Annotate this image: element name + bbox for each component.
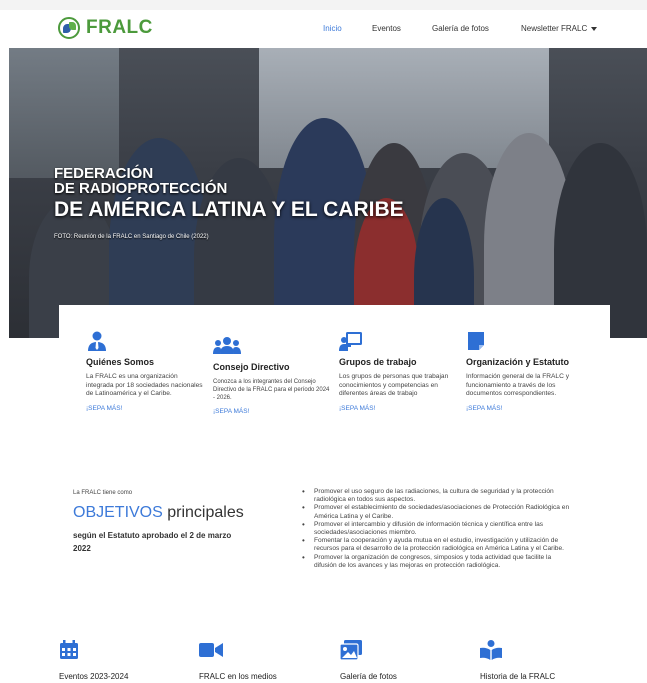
hero-title-line1-text: FEDERACIÓN (54, 165, 154, 182)
card-text: Información general de la FRALC y funcio… (466, 373, 569, 398)
card-title: Quiénes Somos (86, 357, 155, 367)
nav-item-eventos[interactable]: Eventos (372, 24, 401, 33)
objectives-subtitle: según el Estatuto aprobado el 2 de marzo… (73, 531, 232, 553)
card-text: La FRALC es una organización integrada p… (86, 373, 203, 398)
tile-title: Galería de fotos (340, 672, 397, 681)
hero-title-line1: FEDERACIÓN DE RADIOPROTECCIÓN (54, 166, 227, 196)
card-title: Grupos de trabajo (339, 357, 417, 367)
objectives-heading-highlight: OBJETIVOS (73, 504, 163, 521)
card-title: Consejo Directivo (213, 362, 290, 372)
list-item: Promover el intercambio y difusión de in… (300, 521, 570, 537)
tile-title: Eventos 2023-2024 (59, 672, 129, 681)
users-icon (213, 337, 241, 354)
caret-down-icon (591, 26, 598, 31)
objectives-intro: La FRALC tiene como (73, 490, 133, 496)
hero-banner: FEDERACIÓN DE RADIOPROTECCIÓN DE AMÉRICA… (9, 48, 647, 338)
book-reader-icon (480, 640, 502, 660)
objectives-heading: OBJETIVOS principales (73, 504, 244, 522)
document-icon (468, 332, 484, 350)
card-text: Los grupos de personas que trabajan cono… (339, 373, 449, 398)
hero-photo-background (9, 48, 119, 178)
nav-item-newsletter[interactable]: Newsletter FRALC (521, 24, 598, 33)
list-item: Promover el establecimiento de sociedade… (300, 504, 570, 520)
list-item: Promover la organización de congresos, s… (300, 554, 570, 570)
site-logo-text: FRALC (86, 17, 153, 38)
tile-title: FRALC en los medios (199, 672, 277, 681)
hero-title-main: DE AMÉRICA LATINA Y EL CARIBE (54, 198, 404, 221)
sepa-mas-link[interactable]: ¡SEPA MÁS! (213, 408, 333, 415)
objectives-list: Promover el uso seguro de las radiacione… (300, 488, 570, 570)
nav-item-inicio[interactable]: Inicio (323, 24, 342, 33)
fralc-logo-icon (58, 17, 80, 39)
list-item: Promover el uso seguro de las radiacione… (300, 488, 570, 504)
video-icon (199, 643, 223, 657)
list-item: Fomentar la cooperación y ayuda mutua en… (300, 537, 570, 553)
photo-gallery-icon (340, 640, 362, 660)
sepa-mas-link[interactable]: ¡SEPA MÁS! (86, 405, 206, 412)
hero-caption: FOTO: Reunión de la FRALC en Santiago de… (54, 234, 209, 240)
objectives-section: La FRALC tiene como OBJETIVOS principale… (73, 490, 244, 555)
sepa-mas-link[interactable]: ¡SEPA MÁS! (466, 405, 586, 412)
objectives-heading-rest: principales (162, 504, 244, 521)
card-organizacion-estatuto: Organización y Estatuto Información gene… (466, 331, 586, 412)
nav-item-galeria[interactable]: Galería de fotos (432, 24, 489, 33)
card-consejo-directivo: Consejo Directivo Conozca a los integran… (213, 336, 333, 415)
calendar-icon (60, 640, 78, 659)
card-quienes-somos: Quiénes Somos La FRALC es una organizaci… (86, 331, 206, 412)
hero-title-line2-text: DE RADIOPROTECCIÓN (54, 180, 228, 197)
tile-title: Historia de la FRALC (480, 672, 556, 681)
site-logo[interactable]: FRALC (58, 17, 153, 39)
card-title: Organización y Estatuto (466, 357, 570, 367)
card-text: Conozca a los integrantes del Consejo Di… (213, 379, 330, 401)
card-grupos-trabajo: Grupos de trabajo Los grupos de personas… (339, 331, 459, 412)
user-tie-icon (88, 331, 106, 351)
nav-item-newsletter-label: Newsletter FRALC (521, 24, 588, 33)
tile-galeria[interactable]: Galería de fotos (340, 640, 460, 681)
tile-historia[interactable]: Historia de la FRALC (480, 640, 600, 681)
chalkboard-teacher-icon (339, 332, 362, 351)
navbar: FRALC Inicio Eventos Galería de fotos Ne… (0, 10, 647, 48)
sepa-mas-link[interactable]: ¡SEPA MÁS! (339, 405, 459, 412)
info-cards-panel: Quiénes Somos La FRALC es una organizaci… (59, 305, 610, 470)
browser-top-strip (0, 0, 647, 10)
tile-medios[interactable]: FRALC en los medios (199, 640, 319, 681)
tile-eventos[interactable]: Eventos 2023-2024 (59, 640, 179, 681)
